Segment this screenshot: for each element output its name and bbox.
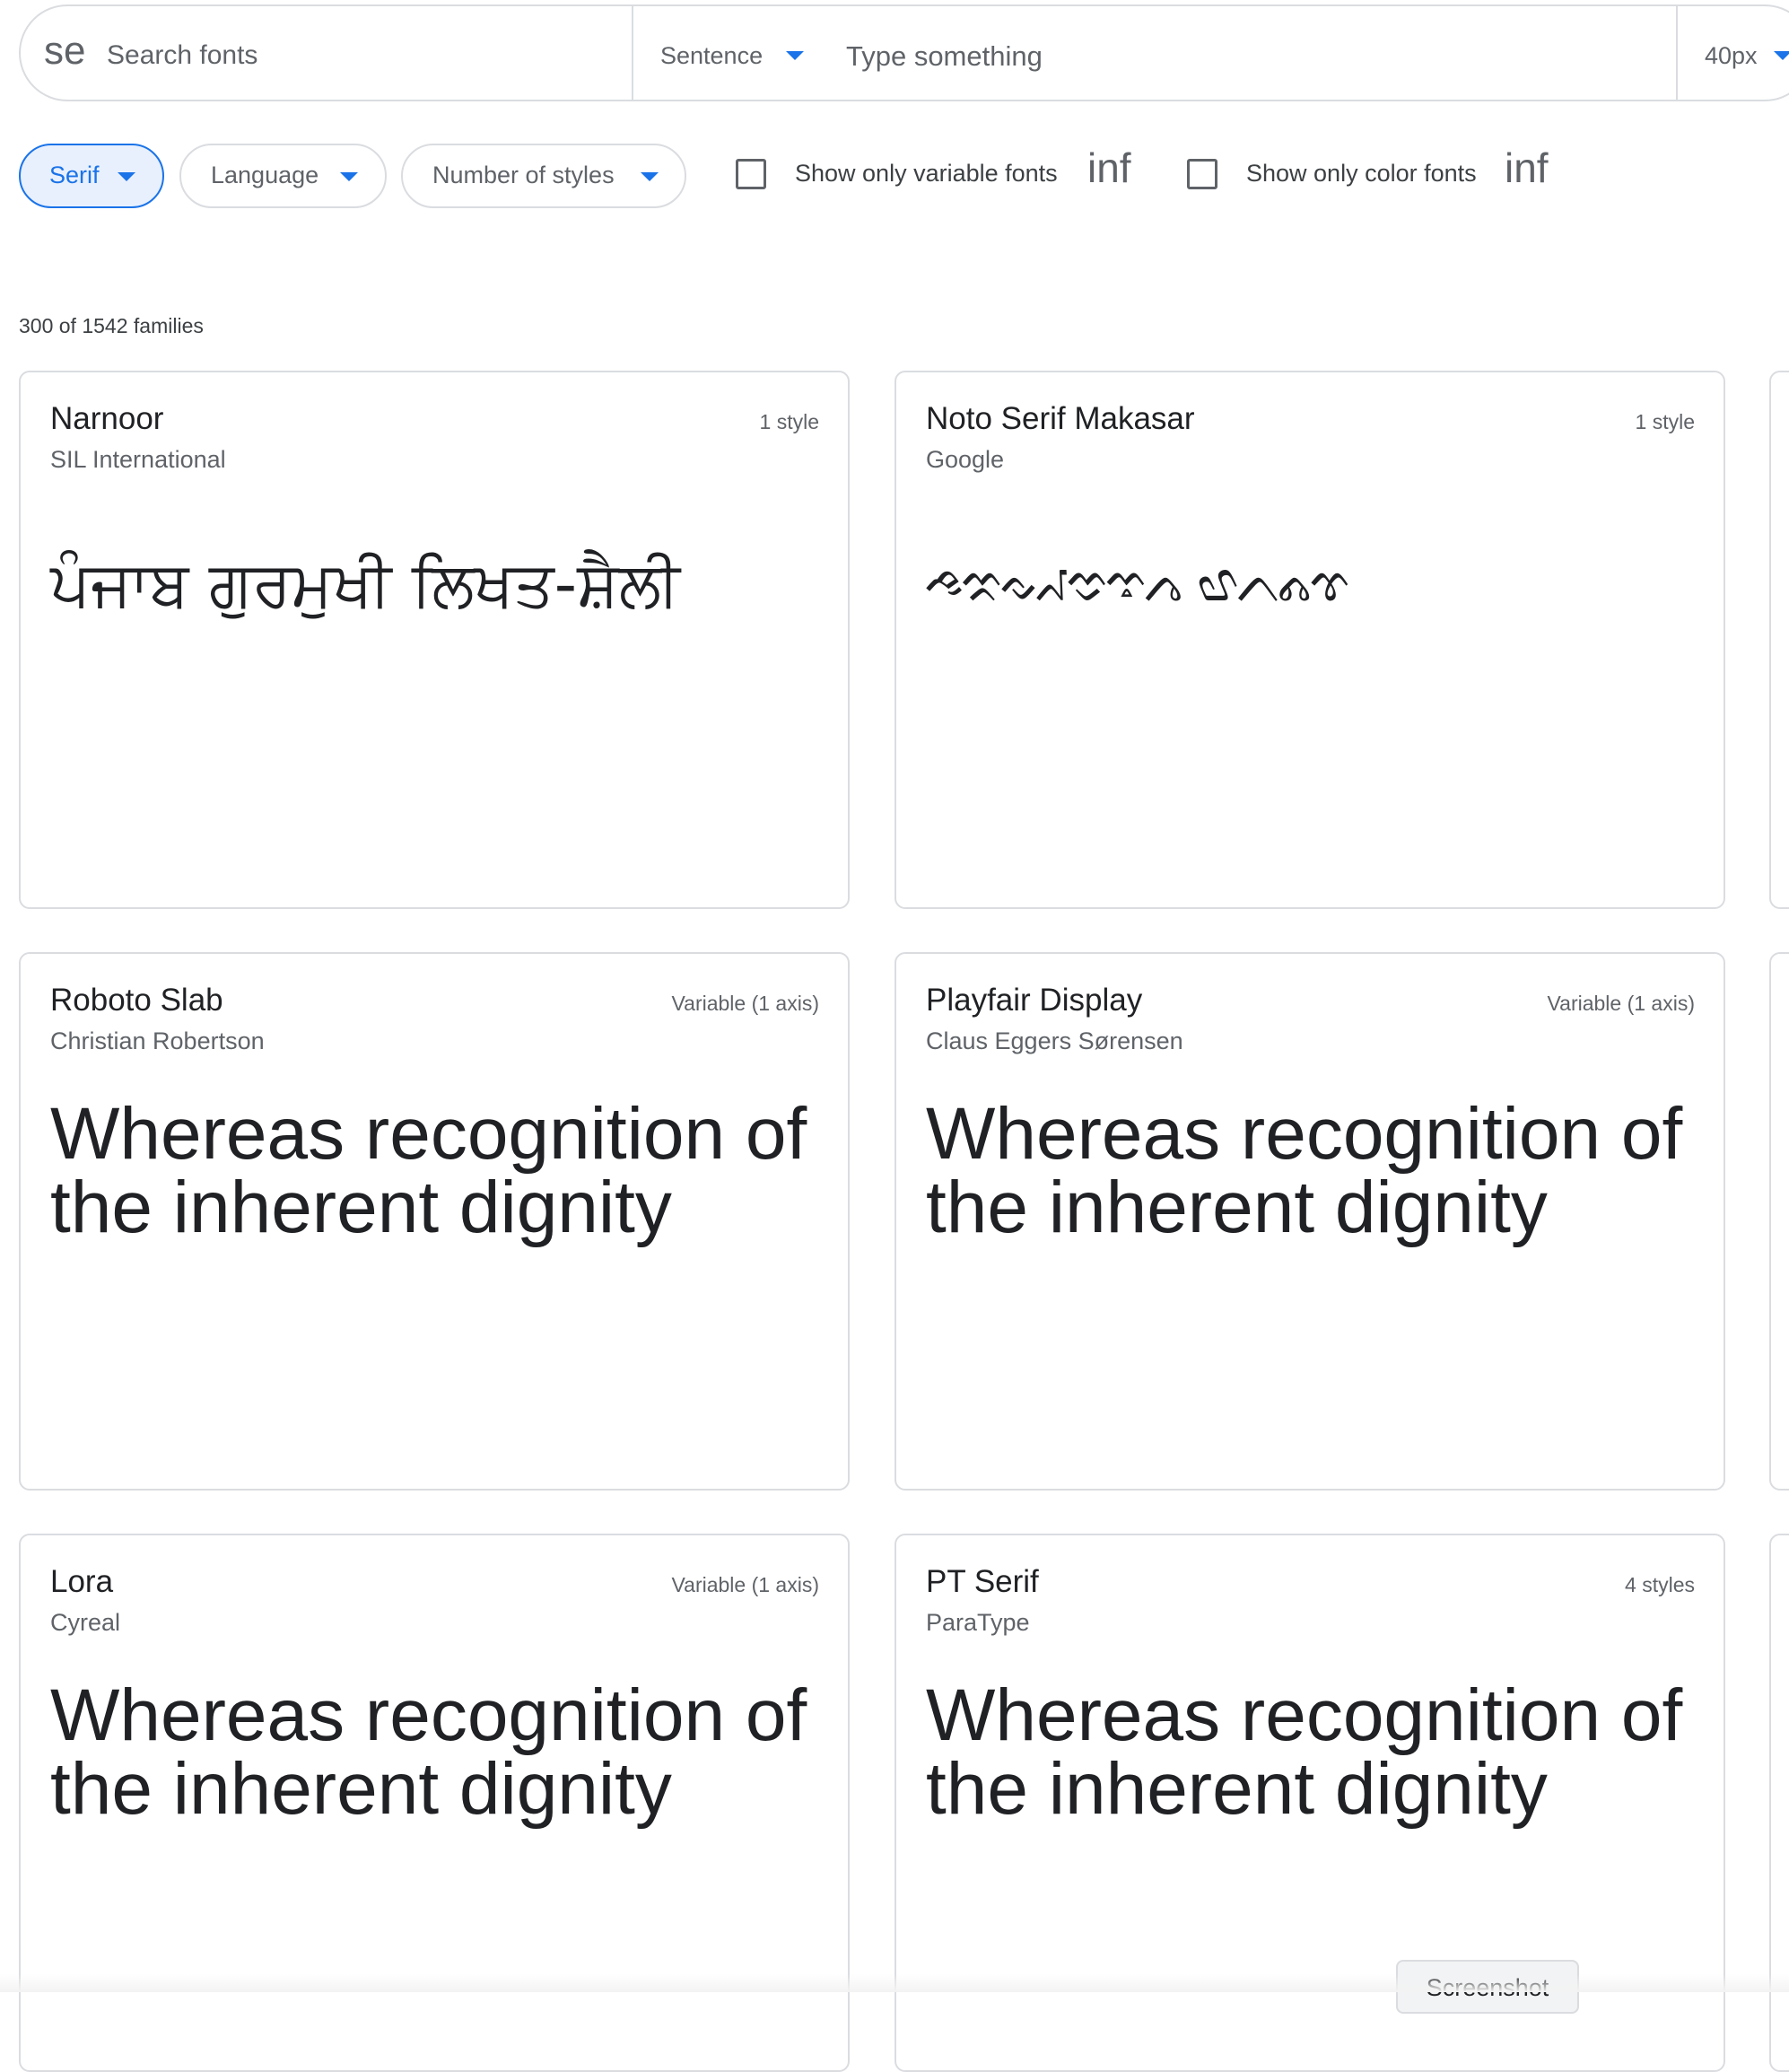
font-author: SIL International bbox=[50, 446, 226, 473]
font-card[interactable]: Playfair Display Claus Eggers Sørensen V… bbox=[894, 952, 1725, 1491]
language-filter-chip[interactable]: Language bbox=[179, 144, 387, 208]
font-style-count: Variable (1 axis) bbox=[671, 992, 819, 1015]
color-fonts-label[interactable]: Show only color fonts bbox=[1246, 160, 1477, 188]
font-author: ParaType bbox=[926, 1609, 1030, 1636]
preview-text-input[interactable]: Type something bbox=[846, 40, 1043, 73]
font-family-name: Playfair Display bbox=[926, 983, 1143, 1018]
chevron-down-icon bbox=[641, 172, 659, 181]
font-preview: Whereas recognition of the inherent dign… bbox=[926, 1674, 1683, 1830]
font-family-name: Narnoor bbox=[50, 401, 164, 436]
results-count: 300 of 1542 families bbox=[19, 314, 204, 337]
font-preview: 𑻠𑻡𑻢𑻣𑻤𑻥𑻦 𑻧𑻨𑻩𑻪 bbox=[926, 555, 1349, 613]
font-preview: Whereas recognition of the inherent dign… bbox=[926, 1093, 1683, 1248]
font-family-name: PT Serif bbox=[926, 1564, 1039, 1599]
font-author: Christian Robertson bbox=[50, 1027, 265, 1054]
font-author: Cyreal bbox=[50, 1609, 121, 1636]
font-preview: Whereas recognition of the inherent dign… bbox=[50, 1093, 807, 1248]
font-style-count: Variable (1 axis) bbox=[671, 1573, 819, 1596]
font-card-partial[interactable] bbox=[1769, 371, 1789, 909]
font-card-partial[interactable] bbox=[1769, 952, 1789, 1491]
search-input[interactable]: Search fonts bbox=[107, 40, 257, 71]
font-card[interactable]: Narnoor SIL International 1 style ਪੰਜਾਬ … bbox=[19, 371, 850, 909]
font-style-count: 1 style bbox=[1635, 410, 1695, 433]
category-filter-chip[interactable]: Serif bbox=[19, 144, 164, 208]
styles-filter-label: Number of styles bbox=[432, 162, 615, 188]
chevron-down-icon bbox=[340, 172, 358, 181]
preview-mode-select[interactable]: Sentence bbox=[660, 42, 763, 70]
chevron-down-icon[interactable] bbox=[786, 51, 804, 60]
info-icon[interactable]: inf bbox=[1087, 147, 1131, 188]
divider bbox=[1676, 6, 1678, 100]
font-style-count: 4 styles bbox=[1625, 1573, 1695, 1596]
font-author: Google bbox=[926, 446, 1005, 473]
font-preview: ਪੰਜਾਬ ਗੁਰਮੁਖੀ ਲਿਖਤ-ਸ਼ੈਲੀ bbox=[50, 547, 681, 621]
font-style-count: Variable (1 axis) bbox=[1547, 992, 1695, 1015]
search-icon: se bbox=[44, 29, 86, 73]
font-family-name: Noto Serif Makasar bbox=[926, 401, 1195, 436]
divider bbox=[632, 6, 633, 100]
info-icon[interactable]: inf bbox=[1505, 147, 1549, 188]
font-family-name: Lora bbox=[50, 1564, 114, 1599]
font-card[interactable]: Roboto Slab Christian Robertson Variable… bbox=[19, 952, 850, 1491]
chevron-down-icon[interactable] bbox=[1774, 51, 1789, 60]
font-family-name: Roboto Slab bbox=[50, 983, 223, 1018]
font-style-count: 1 style bbox=[759, 410, 819, 433]
font-preview: Whereas recognition of the inherent dign… bbox=[50, 1674, 807, 1830]
variable-fonts-checkbox[interactable] bbox=[736, 159, 766, 189]
font-card[interactable]: Noto Serif Makasar Google 1 style 𑻠𑻡𑻢𑻣𑻤𑻥… bbox=[894, 371, 1725, 909]
language-filter-label: Language bbox=[211, 162, 319, 188]
category-filter-label: Serif bbox=[49, 162, 100, 188]
font-size-select[interactable]: 40px bbox=[1705, 42, 1758, 70]
variable-fonts-label[interactable]: Show only variable fonts bbox=[795, 160, 1058, 188]
color-fonts-checkbox[interactable] bbox=[1187, 159, 1217, 189]
font-author: Claus Eggers Sørensen bbox=[926, 1027, 1183, 1054]
chevron-down-icon bbox=[118, 172, 135, 181]
styles-filter-chip[interactable]: Number of styles bbox=[401, 144, 686, 208]
bottom-fade bbox=[0, 1974, 1789, 1992]
search-bar: se Search fonts Sentence Type something … bbox=[19, 4, 1789, 101]
